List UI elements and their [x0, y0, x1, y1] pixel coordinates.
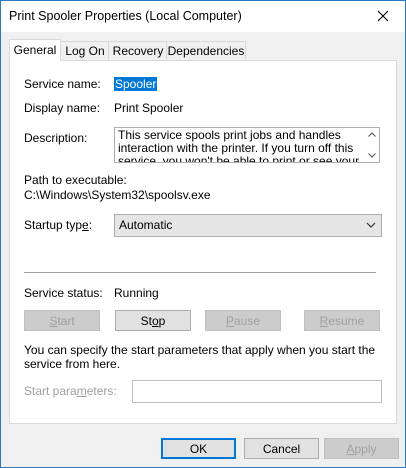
display-name-value[interactable]: Print Spooler [114, 101, 183, 115]
scroll-down-icon[interactable] [365, 148, 379, 162]
window-title: Print Spooler Properties (Local Computer… [9, 9, 242, 23]
startup-type-select[interactable]: Automatic [114, 214, 382, 237]
general-panel: Service name: Spooler Display name: Prin… [9, 60, 397, 424]
path-value[interactable]: C:\Windows\System32\spoolsv.exe [24, 188, 211, 202]
display-name-label: Display name: [24, 101, 101, 115]
separator [24, 272, 376, 273]
startup-type-label: Startup type: [24, 218, 93, 232]
description-text: This service spools print jobs and handl… [118, 128, 360, 163]
chevron-down-icon [366, 222, 376, 228]
cancel-button[interactable]: Cancel [244, 438, 319, 459]
service-name-label: Service name: [24, 77, 101, 91]
service-status-value: Running [114, 286, 159, 300]
tab-general[interactable]: General [9, 39, 61, 61]
service-name-value[interactable]: Spooler [114, 77, 158, 91]
description-label: Description: [24, 131, 88, 145]
tab-recovery[interactable]: Recovery [108, 41, 168, 60]
start-params-info: You can specify the start parameters tha… [24, 343, 376, 371]
close-button[interactable] [361, 1, 405, 31]
start-params-input[interactable] [132, 380, 382, 403]
close-icon [377, 10, 389, 22]
service-status-label: Service status: [24, 286, 103, 300]
start-button[interactable]: Start [24, 310, 100, 331]
description-box[interactable]: This service spools print jobs and handl… [114, 127, 380, 163]
start-params-label: Start parameters: [24, 384, 117, 398]
path-label: Path to executable: [24, 173, 127, 187]
title-bar[interactable]: Print Spooler Properties (Local Computer… [1, 1, 405, 32]
ok-button[interactable]: OK [161, 438, 236, 459]
tab-log-on[interactable]: Log On [60, 41, 110, 60]
pause-button[interactable]: Pause [205, 310, 281, 331]
startup-type-value: Automatic [119, 218, 173, 232]
properties-dialog: Print Spooler Properties (Local Computer… [0, 0, 406, 468]
description-scrollbar[interactable] [365, 128, 379, 162]
scroll-up-icon[interactable] [365, 128, 379, 142]
stop-button[interactable]: Stop [115, 310, 191, 331]
tab-dependencies[interactable]: Dependencies [166, 41, 246, 60]
apply-button[interactable]: Apply [324, 438, 399, 459]
resume-button[interactable]: Resume [304, 310, 380, 331]
